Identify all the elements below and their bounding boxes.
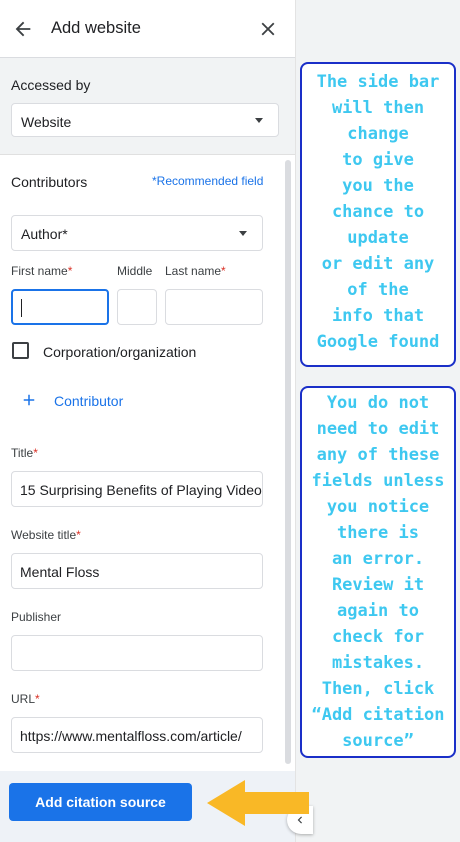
url-value: https://www.mentalfloss.com/article/ [20, 728, 242, 744]
title-input[interactable]: 15 Surprising Benefits of Playing Video … [11, 471, 263, 507]
note-line: The side bar [316, 72, 440, 92]
recommended-field-note: *Recommended field [152, 174, 264, 188]
page-title: Add website [51, 19, 141, 37]
title-value: 15 Surprising Benefits of Playing Video … [20, 482, 262, 498]
add-citation-source-button[interactable]: Add citation source [9, 783, 192, 821]
text-cursor [21, 299, 22, 317]
note-line: there is [337, 523, 419, 543]
accessed-by-select[interactable]: Website [11, 103, 279, 137]
note-line: of the [347, 280, 409, 300]
note-line: Google found [316, 332, 440, 352]
citation-sidebar: Add website Accessed by Website Contribu… [0, 0, 296, 842]
plus-icon [23, 394, 35, 406]
note-line: update [347, 228, 409, 248]
sidebar-header: Add website [0, 0, 295, 58]
note-line: “Add citation [311, 705, 445, 725]
add-contributor-button[interactable]: Contributor [20, 388, 150, 414]
note-line: will then [331, 98, 425, 118]
last-name-input[interactable] [165, 289, 263, 325]
middle-name-input[interactable] [117, 289, 157, 325]
url-label: URL* [11, 692, 40, 706]
note-line: to give [342, 150, 414, 170]
note-line: change [347, 124, 409, 144]
website-title-input[interactable]: Mental Floss [11, 553, 263, 589]
note-line: mistakes. [331, 653, 425, 673]
contributor-role-value: Author* [21, 226, 68, 242]
annotation-note-sidebar-change: The side bar will then change to give yo… [300, 62, 456, 367]
accessed-by-label: Accessed by [11, 77, 91, 93]
first-name-input[interactable] [11, 289, 109, 325]
accessed-by-value: Website [21, 114, 72, 130]
close-icon[interactable] [257, 18, 279, 40]
note-line: need to edit [316, 419, 440, 439]
note-line: Review it [331, 575, 425, 595]
note-line: any of these [316, 445, 440, 465]
organization-checkbox[interactable] [12, 342, 29, 359]
middle-name-label: Middle [117, 264, 153, 278]
note-line: check for [331, 627, 425, 647]
arrow-pointer-icon [207, 780, 309, 826]
note-line: chance to [331, 202, 425, 222]
accessed-by-section: Accessed by Website [0, 58, 295, 155]
contributor-role-select[interactable]: Author* [11, 215, 263, 251]
url-input[interactable]: https://www.mentalfloss.com/article/ [11, 717, 263, 753]
add-contributor-label: Contributor [54, 393, 124, 409]
first-name-label: First name* [11, 264, 73, 278]
note-line: again to [337, 601, 419, 621]
note-line: an error. [331, 549, 425, 569]
publisher-input[interactable] [11, 635, 263, 671]
note-line: You do not [326, 393, 430, 413]
note-line: or edit any [321, 254, 435, 274]
note-line: Then, click [321, 679, 435, 699]
dropdown-caret-icon [255, 118, 263, 123]
note-line: fields unless [311, 471, 445, 491]
annotation-note-review-fields: You do not need to edit any of these fie… [300, 386, 456, 758]
title-label: Title* [11, 446, 38, 460]
website-title-value: Mental Floss [20, 564, 100, 580]
website-title-label: Website title* [11, 528, 81, 542]
organization-label: Corporation/organization [43, 344, 197, 360]
last-name-label: Last name* [165, 264, 226, 278]
publisher-label: Publisher [11, 610, 62, 624]
note-line: source” [342, 731, 414, 751]
dropdown-caret-icon [239, 231, 247, 236]
note-line: info that [331, 306, 425, 326]
note-line: you notice [326, 497, 430, 517]
note-line: you the [342, 176, 414, 196]
arrow-left-icon[interactable] [12, 18, 34, 40]
contributors-label: Contributors [11, 174, 88, 190]
scrollbar[interactable] [285, 160, 291, 764]
